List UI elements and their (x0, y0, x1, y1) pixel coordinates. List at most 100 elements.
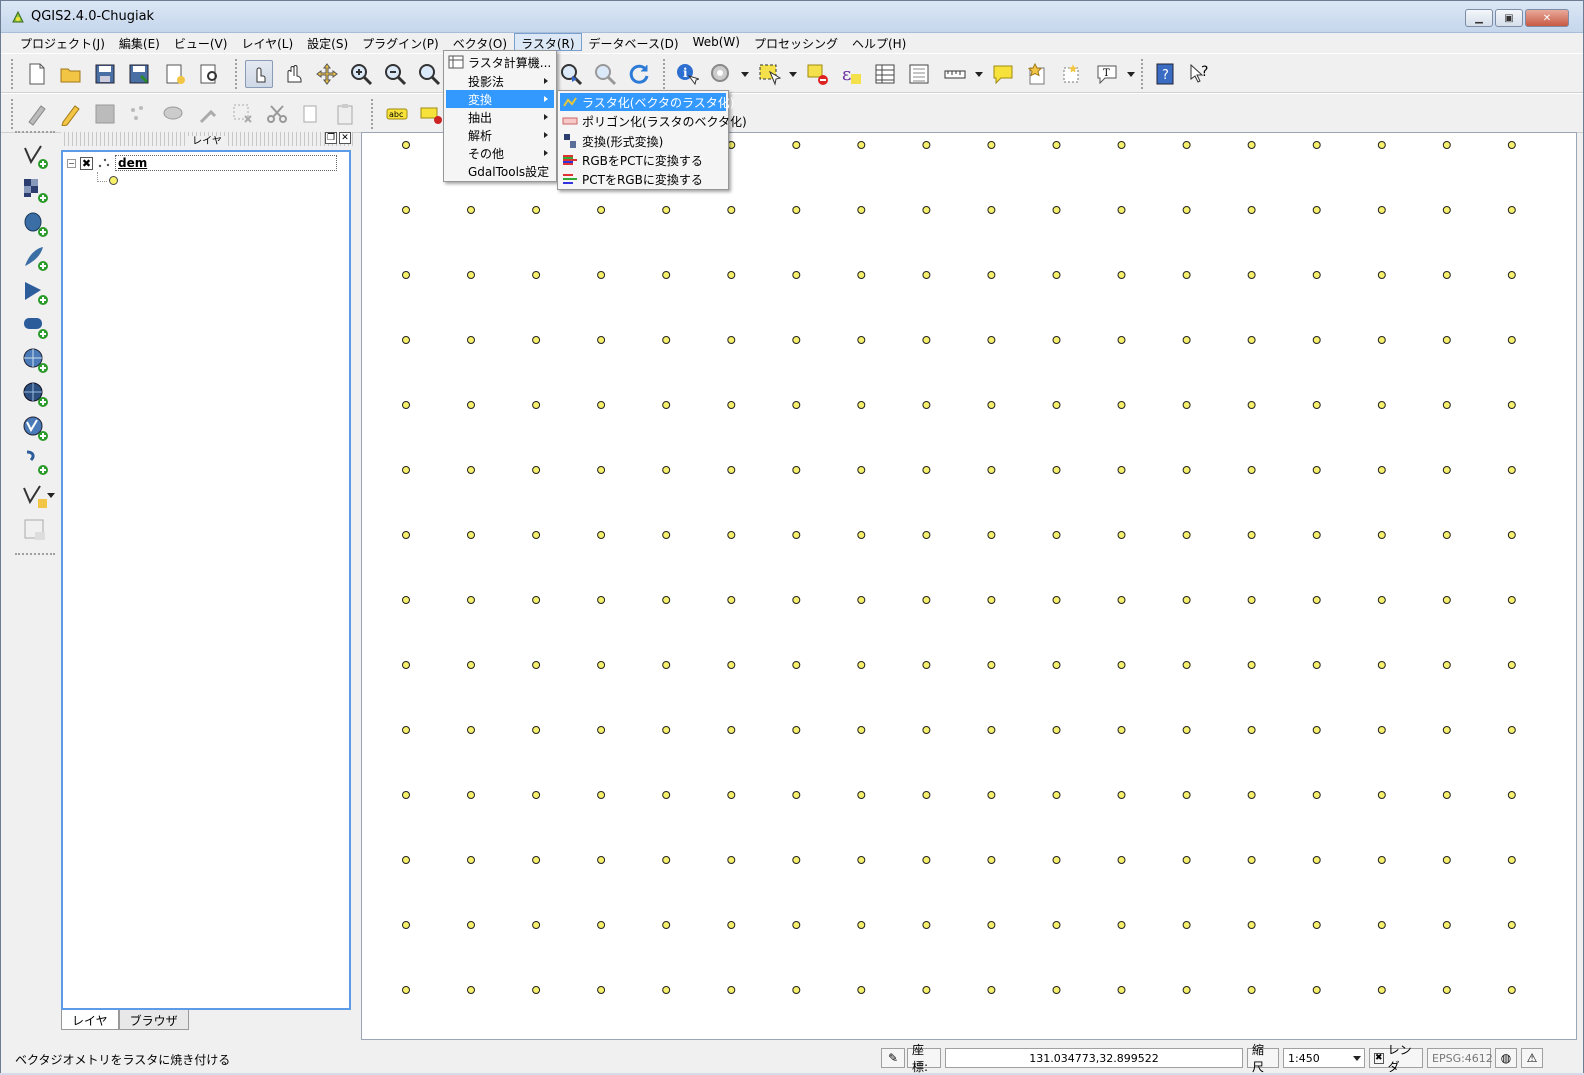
run-feature-action-icon[interactable] (707, 60, 735, 88)
coordinate-toggle-icon[interactable]: ✎ (881, 1048, 905, 1068)
touch-zoom-pan-icon[interactable] (245, 60, 273, 88)
menu-settings[interactable]: 設定(S) (300, 33, 355, 51)
tab-layers[interactable]: レイヤ (61, 1010, 119, 1030)
menu-vector[interactable]: ベクタ(O) (446, 33, 514, 51)
menu-item-rgb-to-pct[interactable]: RGBをPCTに変換する (560, 151, 726, 169)
menu-layer[interactable]: レイヤ(L) (234, 33, 300, 51)
menu-item-gdaltools-settings[interactable]: GdalTools設定 (446, 162, 554, 180)
action-dropdown-arrow[interactable] (741, 72, 749, 77)
refresh-icon[interactable] (625, 60, 653, 88)
label-icon[interactable]: abc (383, 100, 411, 128)
menu-item-raster-calculator[interactable]: ラスタ計算機... (446, 53, 554, 71)
render-toggle[interactable]: ✖ レンダ (1369, 1043, 1423, 1074)
menu-item-rasterize[interactable]: ラスタ化(ベクタのラスタ化) (560, 93, 734, 111)
save-as-icon[interactable] (125, 60, 153, 88)
render-checkbox[interactable]: ✖ (1374, 1052, 1384, 1064)
tab-browser[interactable]: ブラウザ (118, 1010, 189, 1030)
close-button[interactable]: ✕ (1525, 9, 1569, 27)
maximize-button[interactable]: ▣ (1495, 9, 1523, 27)
measure-line-icon[interactable] (941, 60, 969, 88)
close-panel-button[interactable]: ✕ (339, 132, 351, 144)
add-wms-layer-icon[interactable] (19, 345, 51, 375)
map-canvas[interactable] (361, 132, 1577, 1040)
pin-labels-icon[interactable] (417, 100, 445, 128)
layer-visibility-checkbox[interactable]: ✖ (80, 156, 93, 170)
add-oracle-layer-icon[interactable] (19, 311, 51, 341)
add-postgis-layer-icon[interactable] (19, 209, 51, 239)
show-bookmarks-icon[interactable] (1057, 60, 1085, 88)
menu-item-translate[interactable]: 変換(形式変換) (560, 132, 726, 150)
menu-item-analysis[interactable]: 解析 (446, 126, 554, 144)
zoom-last-icon[interactable] (557, 60, 585, 88)
statistical-summary-icon[interactable] (905, 60, 933, 88)
menu-item-extraction[interactable]: 抽出 (446, 108, 554, 126)
text-annotation-icon[interactable]: T (1093, 60, 1121, 88)
scale-combobox[interactable]: 1:450 (1283, 1048, 1365, 1068)
zoom-out-icon[interactable] (381, 60, 409, 88)
new-print-composer-icon[interactable] (161, 60, 189, 88)
menu-project[interactable]: プロジェクト(J) (13, 33, 112, 51)
layer-row-dem[interactable]: − ✖ dem (67, 154, 337, 172)
paste-features-icon[interactable] (331, 100, 359, 128)
add-wfs-layer-icon[interactable] (19, 413, 51, 443)
add-spatialite-layer-icon[interactable] (19, 243, 51, 273)
crs-status[interactable]: EPSG:4612 (1427, 1048, 1493, 1068)
open-project-icon[interactable] (57, 60, 85, 88)
minimize-button[interactable]: ▁ (1465, 9, 1493, 27)
select-by-expression-icon[interactable]: ε (837, 60, 865, 88)
add-wcs-layer-icon[interactable] (19, 379, 51, 409)
attribute-table-icon[interactable] (871, 60, 899, 88)
save-project-icon[interactable] (91, 60, 119, 88)
add-delimited-text-layer-icon[interactable] (19, 447, 51, 477)
add-vector-layer-icon[interactable] (19, 141, 51, 171)
remove-layer-icon[interactable] (19, 515, 51, 545)
copy-features-icon[interactable] (297, 100, 325, 128)
layer-tree[interactable]: − ✖ dem (61, 150, 351, 1010)
measure-dropdown-arrow[interactable] (975, 72, 983, 77)
menu-edit[interactable]: 編集(E) (112, 33, 167, 51)
whats-this-icon[interactable]: ? (1185, 60, 1213, 88)
toggle-editing-icon[interactable] (57, 100, 85, 128)
collapse-icon[interactable]: − (67, 158, 76, 168)
float-panel-button[interactable]: ❐ (325, 132, 337, 144)
select-dropdown-arrow[interactable] (789, 72, 797, 77)
new-bookmark-icon[interactable] (1023, 60, 1051, 88)
new-layer-dropdown-arrow[interactable] (47, 493, 55, 498)
save-layer-edits-icon[interactable] (91, 100, 119, 128)
map-tips-icon[interactable] (989, 60, 1017, 88)
zoom-in-icon[interactable] (347, 60, 375, 88)
menu-help[interactable]: ヘルプ(H) (845, 33, 913, 51)
annotation-dropdown-arrow[interactable] (1127, 72, 1135, 77)
identify-features-icon[interactable]: i (673, 60, 701, 88)
pan-map-icon[interactable] (279, 60, 307, 88)
zoom-next-icon[interactable] (591, 60, 619, 88)
messages-warning-icon[interactable]: ⚠ (1521, 1048, 1543, 1068)
node-tool-icon[interactable] (195, 100, 223, 128)
add-mssql-layer-icon[interactable] (19, 277, 51, 307)
help-contents-icon[interactable]: ? (1151, 60, 1179, 88)
move-feature-icon[interactable] (159, 100, 187, 128)
add-feature-icon[interactable] (125, 100, 153, 128)
menu-plugins[interactable]: プラグイン(P) (355, 33, 446, 51)
current-edits-icon[interactable] (23, 100, 51, 128)
cut-features-icon[interactable] (263, 100, 291, 128)
pan-to-selection-icon[interactable] (313, 60, 341, 88)
crs-globe-icon[interactable]: ◍ (1495, 1048, 1517, 1068)
add-raster-layer-icon[interactable] (19, 175, 51, 205)
menu-raster[interactable]: ラスタ(R) (514, 33, 582, 51)
deselect-all-icon[interactable] (803, 60, 831, 88)
menu-database[interactable]: データベース(D) (582, 33, 686, 51)
menu-item-pct-to-rgb[interactable]: PCTをRGBに変換する (560, 170, 726, 188)
menu-item-miscellaneous[interactable]: その他 (446, 144, 554, 162)
menu-processing[interactable]: プロセッシング (747, 33, 845, 51)
menu-item-polygonize[interactable]: ポリゴン化(ラスタのベクタ化) (560, 112, 747, 130)
new-project-icon[interactable] (23, 60, 51, 88)
scale-dropdown-arrow[interactable] (1353, 1056, 1361, 1061)
menu-item-conversion[interactable]: 変換 (446, 90, 554, 108)
coordinate-field[interactable]: 131.034773,32.899522 (945, 1048, 1243, 1068)
delete-selected-icon[interactable] (229, 100, 257, 128)
menu-web[interactable]: Web(W) (686, 33, 747, 51)
menu-item-projections[interactable]: 投影法 (446, 72, 554, 90)
select-features-icon[interactable] (755, 60, 783, 88)
layer-name[interactable]: dem (115, 155, 337, 171)
